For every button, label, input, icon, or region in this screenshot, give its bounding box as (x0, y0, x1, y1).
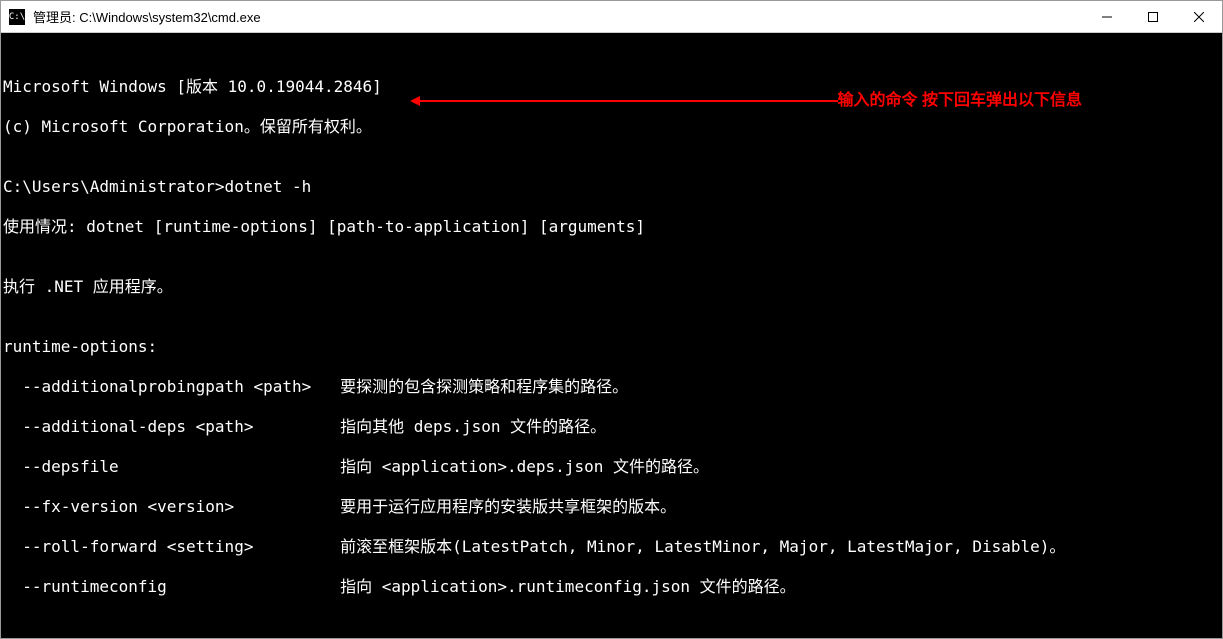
annotation: 输入的命令 按下回车弹出以下信息 (418, 91, 1082, 111)
annotation-text: 输入的命令 按下回车弹出以下信息 (838, 91, 1082, 111)
minimize-button[interactable] (1084, 1, 1130, 32)
terminal-line: --depsfile 指向 <application>.deps.json 文件… (3, 457, 1220, 477)
window-title: 管理员: C:\Windows\system32\cmd.exe (33, 7, 1084, 26)
arrow-icon (418, 100, 838, 102)
maximize-button[interactable] (1130, 1, 1176, 32)
terminal-output[interactable]: 输入的命令 按下回车弹出以下信息 Microsoft Windows [版本 1… (1, 33, 1222, 638)
cmd-icon: C:\ (9, 9, 25, 25)
close-button[interactable] (1176, 1, 1222, 32)
terminal-line: --additionalprobingpath <path> 要探测的包含探测策… (3, 377, 1220, 397)
terminal-line: 使用情况: dotnet [runtime-options] [path-to-… (3, 217, 1220, 237)
terminal-line: --roll-forward <setting> 前滚至框架版本(LatestP… (3, 537, 1220, 557)
terminal-line: --runtimeconfig 指向 <application>.runtime… (3, 577, 1220, 597)
terminal-line: path-to-application: (3, 637, 1220, 638)
terminal-line: (c) Microsoft Corporation。保留所有权利。 (3, 117, 1220, 137)
terminal-line: 执行 .NET 应用程序。 (3, 277, 1220, 297)
terminal-line: --fx-version <version> 要用于运行应用程序的安装版共享框架… (3, 497, 1220, 517)
window-controls (1084, 1, 1222, 32)
cmd-window: C:\ 管理员: C:\Windows\system32\cmd.exe 输入的… (0, 0, 1223, 639)
terminal-line: C:\Users\Administrator>dotnet -h (3, 177, 1220, 197)
terminal-line: --additional-deps <path> 指向其他 deps.json … (3, 417, 1220, 437)
terminal-line: runtime-options: (3, 337, 1220, 357)
titlebar: C:\ 管理员: C:\Windows\system32\cmd.exe (1, 1, 1222, 33)
